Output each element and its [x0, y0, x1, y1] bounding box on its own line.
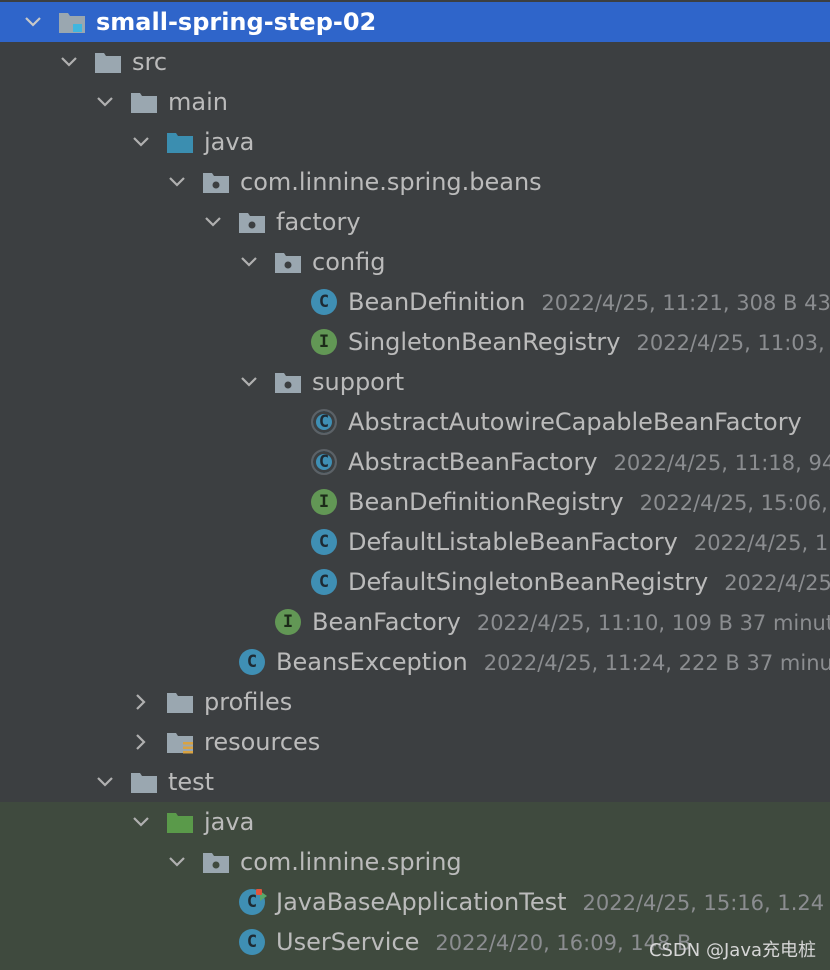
folder-icon	[130, 90, 158, 114]
folder-label: java	[204, 808, 255, 836]
file-name: AbstractBeanFactory	[348, 448, 598, 476]
package-icon	[238, 210, 266, 234]
package-icon	[202, 850, 230, 874]
folder-label: java	[204, 128, 255, 156]
tree-row-src[interactable]: src	[0, 42, 830, 82]
folder-icon	[166, 690, 194, 714]
tree-row-config[interactable]: config	[0, 242, 830, 282]
package-icon	[274, 250, 302, 274]
tree-row-support[interactable]: support	[0, 362, 830, 402]
chevron-down-icon[interactable]	[164, 842, 190, 882]
package-label: com.linnine.spring.beans	[240, 168, 542, 196]
file-name: BeanDefinitionRegistry	[348, 488, 624, 516]
tree-row-profiles[interactable]: profiles	[0, 682, 830, 722]
tree-row-java-base-test[interactable]: C JavaBaseApplicationTest 2022/4/25, 15:1…	[0, 882, 830, 922]
folder-icon	[130, 770, 158, 794]
folder-label: main	[168, 88, 228, 116]
file-name: JavaBaseApplicationTest	[276, 888, 567, 916]
file-name: BeansException	[276, 648, 468, 676]
folder-label: src	[132, 48, 168, 76]
package-label: com.linnine.spring	[240, 848, 462, 876]
package-label: support	[312, 368, 405, 396]
test-marker-icon	[256, 889, 262, 895]
source-folder-icon	[166, 130, 194, 154]
package-icon	[202, 170, 230, 194]
file-name: BeanDefinition	[348, 288, 526, 316]
tree-row-default-listable[interactable]: C DefaultListableBeanFactory 2022/4/25, 1	[0, 522, 830, 562]
class-icon: C	[238, 649, 266, 675]
chevron-down-icon[interactable]	[236, 242, 262, 282]
test-source-folder-icon	[166, 810, 194, 834]
folder-label: test	[168, 768, 215, 796]
resources-folder-icon	[166, 730, 194, 754]
file-meta: 2022/4/25, 11:10, 109 B 37 minutes	[476, 611, 830, 635]
watermark: CSDN @Java充电桩	[648, 940, 816, 961]
file-name: UserService	[276, 928, 420, 956]
chevron-right-icon[interactable]	[128, 722, 154, 762]
tree-row-beans-exception[interactable]: C BeansException 2022/4/25, 11:24, 222 B …	[0, 642, 830, 682]
file-name: SingletonBeanRegistry	[348, 328, 621, 356]
chevron-right-icon[interactable]	[128, 682, 154, 722]
file-name: BeanFactory	[312, 608, 461, 636]
chevron-down-icon[interactable]	[20, 2, 46, 42]
module-folder-icon	[58, 10, 86, 34]
file-meta: 2022/4/25, 15:16, 1.24 k	[582, 891, 830, 915]
abstract-class-icon: C	[310, 449, 338, 475]
file-meta: 2022/4/25, 1	[693, 531, 829, 555]
class-icon: C	[310, 569, 338, 595]
chevron-down-icon[interactable]	[92, 82, 118, 122]
interface-icon: I	[310, 489, 338, 515]
tree-row-project[interactable]: small-spring-step-02	[0, 2, 830, 42]
tree-row-singleton-registry[interactable]: I SingletonBeanRegistry 2022/4/25, 11:03,…	[0, 322, 830, 362]
folder-label: resources	[204, 728, 321, 756]
file-meta: 2022/4/25, 11:03, 1	[636, 331, 830, 355]
tree-row-bean-definition-registry[interactable]: I BeanDefinitionRegistry 2022/4/25, 15:06…	[0, 482, 830, 522]
package-label: config	[312, 248, 386, 276]
class-icon: C	[310, 529, 338, 555]
package-label: factory	[276, 208, 361, 236]
project-name: small-spring-step-02	[96, 8, 377, 36]
tree-row-factory[interactable]: factory	[0, 202, 830, 242]
file-meta: 2022/4/25	[724, 571, 830, 595]
interface-icon: I	[310, 329, 338, 355]
tree-row-resources[interactable]: resources	[0, 722, 830, 762]
tree-row-main[interactable]: main	[0, 82, 830, 122]
file-name: AbstractAutowireCapableBeanFactory	[348, 408, 802, 436]
chevron-down-icon[interactable]	[128, 122, 154, 162]
tree-row-test[interactable]: test	[0, 762, 830, 802]
tree-row-abstract-bean-factory[interactable]: C AbstractBeanFactory 2022/4/25, 11:18, 9…	[0, 442, 830, 482]
tree-row-package-beans[interactable]: com.linnine.spring.beans	[0, 162, 830, 202]
file-meta: 2022/4/25, 11:18, 94	[613, 451, 830, 475]
tree-row-abstract-autowire[interactable]: C AbstractAutowireCapableBeanFactory	[0, 402, 830, 442]
tree-row-bean-factory[interactable]: I BeanFactory 2022/4/25, 11:10, 109 B 37 …	[0, 602, 830, 642]
test-class-icon: C	[238, 889, 267, 915]
file-meta: 2022/4/25, 15:06,	[639, 491, 828, 515]
chevron-down-icon[interactable]	[56, 42, 82, 82]
project-tree: small-spring-step-02 src main java com.l…	[0, 0, 830, 970]
tree-row-default-singleton[interactable]: C DefaultSingletonBeanRegistry 2022/4/25	[0, 562, 830, 602]
tree-row-bean-definition[interactable]: C BeanDefinition 2022/4/25, 11:21, 308 B …	[0, 282, 830, 322]
class-icon: C	[310, 289, 338, 315]
file-name: DefaultListableBeanFactory	[348, 528, 678, 556]
chevron-down-icon[interactable]	[200, 202, 226, 242]
chevron-down-icon[interactable]	[92, 762, 118, 802]
chevron-down-icon[interactable]	[164, 162, 190, 202]
folder-icon	[94, 50, 122, 74]
package-icon	[274, 370, 302, 394]
chevron-down-icon[interactable]	[128, 802, 154, 842]
class-icon: C	[238, 929, 266, 955]
file-meta: 2022/4/25, 11:21, 308 B 43 m	[541, 291, 830, 315]
file-meta: 2022/4/25, 11:24, 222 B 37 minute	[483, 651, 830, 675]
interface-icon: I	[274, 609, 302, 635]
file-name: DefaultSingletonBeanRegistry	[348, 568, 709, 596]
abstract-class-icon: C	[310, 409, 338, 435]
tree-row-package-spring[interactable]: com.linnine.spring	[0, 842, 830, 882]
tree-filler	[0, 962, 830, 970]
folder-label: profiles	[204, 688, 293, 716]
chevron-down-icon[interactable]	[236, 362, 262, 402]
tree-row-java-main[interactable]: java	[0, 122, 830, 162]
tree-row-java-test[interactable]: java	[0, 802, 830, 842]
